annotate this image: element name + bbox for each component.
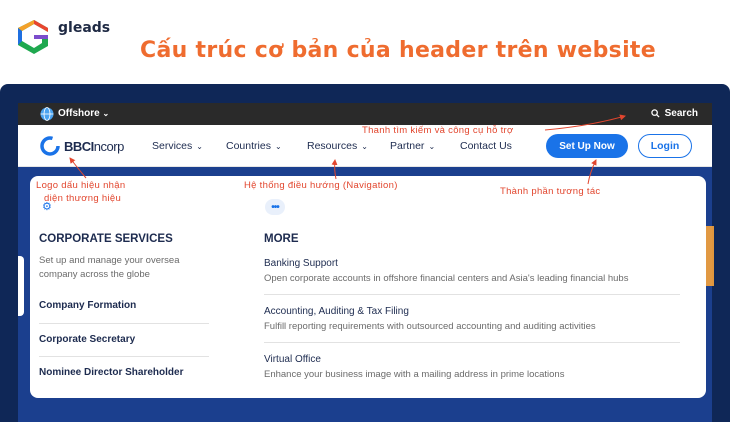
brand-name: gleads bbox=[58, 20, 111, 36]
chevron-down-icon: ⌄ bbox=[196, 141, 203, 151]
logo-rest: ncorp bbox=[93, 138, 125, 154]
annotation-nav: Hệ thống điều hướng (Navigation) bbox=[244, 180, 398, 191]
bbcincorp-logo-icon bbox=[40, 136, 60, 156]
language-label: Offshore bbox=[58, 108, 100, 119]
nav-resources-label: Resources bbox=[307, 140, 358, 152]
language-selector[interactable]: Offshore ⌄ bbox=[58, 108, 109, 119]
nav-contact[interactable]: Contact Us bbox=[460, 140, 512, 152]
banking-support-desc: Open corporate accounts in offshore fina… bbox=[264, 273, 629, 284]
divider bbox=[39, 356, 209, 357]
virtual-office-item[interactable]: Virtual Office Enhance your business ima… bbox=[264, 354, 684, 380]
chevron-down-icon: ⌄ bbox=[428, 141, 436, 151]
accounting-title: Accounting, Auditing & Tax Filing bbox=[264, 306, 409, 317]
nav-contact-label: Contact Us bbox=[460, 140, 512, 152]
side-tab bbox=[18, 256, 24, 316]
nav-partner[interactable]: Partner ⌄ bbox=[390, 140, 435, 152]
site-logo[interactable]: BBCIncorp bbox=[40, 136, 124, 156]
search-icon bbox=[650, 109, 660, 118]
brand: gleads bbox=[16, 18, 110, 54]
divider bbox=[264, 342, 680, 343]
nav-resources[interactable]: Resources ⌄ bbox=[307, 140, 368, 152]
corporate-services-description: Set up and manage your oversea company a… bbox=[39, 255, 180, 280]
search-button[interactable]: Search bbox=[650, 108, 698, 119]
more-title: MORE bbox=[264, 233, 299, 245]
annotation-logo-line2: diện thương hiệu bbox=[44, 193, 122, 204]
banking-support-item[interactable]: Banking Support Open corporate accounts … bbox=[264, 258, 684, 284]
virtual-office-desc: Enhance your business image with a maili… bbox=[264, 369, 565, 380]
divider bbox=[264, 294, 680, 295]
corporate-services-column: CORPORATE SERVICES Set up and manage you… bbox=[39, 233, 209, 282]
company-formation-link[interactable]: Company Formation bbox=[39, 300, 209, 311]
more-dots-icon[interactable]: ••• bbox=[265, 199, 285, 215]
nominee-director-link[interactable]: Nominee Director Shareholder bbox=[39, 367, 209, 378]
accounting-desc: Fulfill reporting requirements with outs… bbox=[264, 321, 596, 332]
nav-services-label: Services bbox=[152, 140, 193, 152]
chevron-down-icon: ⌄ bbox=[274, 141, 282, 151]
login-button[interactable]: Login bbox=[638, 134, 692, 158]
virtual-office-title: Virtual Office bbox=[264, 354, 321, 365]
annotation-logo-line1: Logo dấu hiệu nhận bbox=[36, 180, 126, 191]
top-bar: Offshore ⌄ Search bbox=[18, 103, 712, 125]
site-logo-text: BBCIncorp bbox=[64, 139, 124, 154]
annotation-search: Thanh tìm kiếm và công cụ hỗ trợ bbox=[362, 125, 514, 136]
globe-icon bbox=[40, 107, 54, 121]
nav-partner-label: Partner bbox=[390, 140, 425, 152]
nav-countries[interactable]: Countries ⌄ bbox=[226, 140, 282, 152]
banking-support-title: Banking Support bbox=[264, 258, 338, 269]
corporate-services-title: CORPORATE SERVICES bbox=[39, 233, 173, 245]
chevron-down-icon: ⌄ bbox=[361, 141, 368, 151]
accounting-item[interactable]: Accounting, Auditing & Tax Filing Fulfil… bbox=[264, 306, 684, 332]
nav-countries-label: Countries bbox=[226, 140, 271, 152]
set-up-now-button[interactable]: Set Up Now bbox=[546, 134, 628, 158]
chevron-down-icon: ⌄ bbox=[102, 109, 110, 118]
nav-services[interactable]: Services ⌄ bbox=[152, 140, 203, 152]
search-label: Search bbox=[664, 108, 698, 119]
corporate-secretary-link[interactable]: Corporate Secretary bbox=[39, 334, 209, 345]
divider bbox=[39, 323, 209, 324]
gleads-logo-icon bbox=[18, 20, 48, 54]
page-headline: Cấu trúc cơ bản của header trên website bbox=[140, 38, 656, 63]
annotation-interactive: Thành phần tương tác bbox=[500, 186, 601, 197]
logo-bold: BBCI bbox=[64, 138, 94, 154]
